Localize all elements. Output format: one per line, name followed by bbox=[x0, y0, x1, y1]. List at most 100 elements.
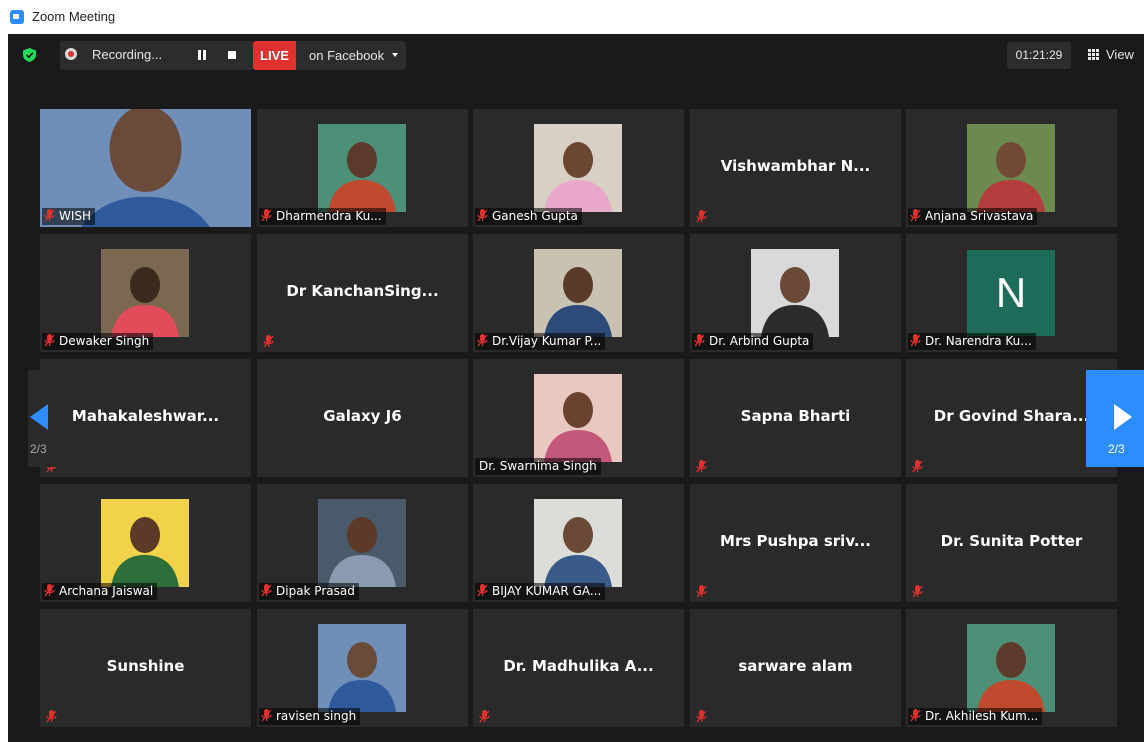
arrow-right-icon bbox=[1114, 404, 1132, 430]
participant-name-label: Dr. Narendra Ku... bbox=[908, 333, 1036, 350]
muted-mic-icon bbox=[910, 334, 921, 347]
participant-tile[interactable]: Dr.Vijay Kumar P... bbox=[473, 234, 684, 352]
muted-mic-icon bbox=[696, 585, 707, 598]
muted-mic-icon bbox=[912, 585, 923, 598]
participant-tile[interactable]: Vishwambhar N... bbox=[690, 109, 901, 227]
participant-tile[interactable]: Dr KanchanSing... bbox=[257, 234, 468, 352]
participant-tile[interactable]: Mrs Pushpa sriv... bbox=[690, 484, 901, 602]
participant-name-label: Dipak Prasad bbox=[259, 583, 359, 600]
chevron-down-icon bbox=[392, 53, 398, 57]
live-target-label: on Facebook bbox=[309, 48, 385, 63]
arrow-left-icon bbox=[30, 404, 48, 430]
title-bar: Zoom Meeting bbox=[0, 0, 1144, 34]
participant-name: Archana Jaiswal bbox=[59, 584, 154, 598]
muted-mic-icon bbox=[912, 460, 923, 473]
participant-tile[interactable]: Dharmendra Ku... bbox=[257, 109, 468, 227]
muted-mic-icon bbox=[44, 334, 55, 347]
muted-mic-icon bbox=[694, 334, 705, 347]
muted-mic-icon bbox=[477, 209, 488, 222]
view-button[interactable]: View bbox=[1086, 43, 1138, 67]
previous-page-button[interactable]: 2/3 bbox=[28, 370, 73, 467]
gallery-grid: WISH Dharmendra Ku... Ganesh Gupta Vishwamb… bbox=[40, 109, 1118, 729]
meeting-timer: 01:21:29 bbox=[1007, 42, 1071, 69]
window-title: Zoom Meeting bbox=[32, 9, 116, 24]
pause-recording-icon[interactable] bbox=[198, 50, 207, 60]
participant-tile[interactable]: WISH bbox=[40, 109, 251, 227]
participant-tile[interactable]: Dr. Arbind Gupta bbox=[690, 234, 901, 352]
muted-mic-icon bbox=[479, 710, 490, 723]
participant-name: WISH bbox=[59, 209, 92, 223]
participant-name: Ganesh Gupta bbox=[492, 209, 578, 223]
participant-tile[interactable]: Anjana Srivastava bbox=[906, 109, 1117, 227]
security-shield-icon[interactable] bbox=[23, 48, 36, 62]
participant-display-name: Galaxy J6 bbox=[323, 407, 402, 425]
muted-mic-icon bbox=[910, 209, 921, 222]
participant-video bbox=[534, 499, 622, 587]
participant-name-label: Anjana Srivastava bbox=[908, 208, 1038, 225]
participant-name: Dharmendra Ku... bbox=[276, 209, 382, 223]
participant-name-label: Dr.Vijay Kumar P... bbox=[475, 333, 606, 350]
participant-tile[interactable]: N Dr. Narendra Ku... bbox=[906, 234, 1117, 352]
participant-tile[interactable]: Archana Jaiswal bbox=[40, 484, 251, 602]
muted-mic-icon bbox=[44, 209, 55, 222]
participant-tile[interactable]: Dr. Madhulika A... bbox=[473, 609, 684, 727]
participant-tile[interactable]: Dr. Sunita Potter bbox=[906, 484, 1117, 602]
muted-mic-icon bbox=[261, 209, 272, 222]
participant-tile[interactable]: Ganesh Gupta bbox=[473, 109, 684, 227]
participant-name: Dr.Vijay Kumar P... bbox=[492, 334, 602, 348]
page-indicator-right: 2/3 bbox=[1108, 442, 1125, 456]
muted-mic-icon bbox=[696, 710, 707, 723]
participant-display-name: Dr. Sunita Potter bbox=[940, 532, 1083, 550]
live-badge: LIVE bbox=[253, 41, 296, 70]
view-label: View bbox=[1106, 47, 1134, 62]
live-stream-target-button[interactable]: on Facebook bbox=[296, 41, 406, 70]
participant-name: Dr. Arbind Gupta bbox=[709, 334, 810, 348]
recording-label: Recording... bbox=[92, 47, 163, 62]
participant-video bbox=[318, 124, 406, 212]
participant-name-label: Dharmendra Ku... bbox=[259, 208, 386, 225]
participant-name-label: Dr. Swarnima Singh bbox=[475, 458, 601, 475]
avatar: N bbox=[967, 250, 1055, 336]
participant-display-name: Sunshine bbox=[106, 657, 185, 675]
recording-dot-icon bbox=[65, 48, 77, 60]
page-indicator-left: 2/3 bbox=[30, 442, 47, 456]
participant-name: Dipak Prasad bbox=[276, 584, 355, 598]
participant-name: ravisen singh bbox=[276, 709, 357, 723]
participant-tile[interactable]: Galaxy J6 bbox=[257, 359, 468, 477]
participant-tile[interactable]: Dr. Akhilesh Kum... bbox=[906, 609, 1117, 727]
participant-tile[interactable]: Sapna Bharti bbox=[690, 359, 901, 477]
participant-name: Dr. Narendra Ku... bbox=[925, 334, 1032, 348]
participant-video bbox=[534, 124, 622, 212]
gallery-grid-icon bbox=[1088, 49, 1100, 61]
participant-display-name: Dr. Madhulika A... bbox=[503, 657, 654, 675]
participant-name: Anjana Srivastava bbox=[925, 209, 1034, 223]
participant-name-label: Archana Jaiswal bbox=[42, 583, 158, 600]
zoom-app-icon bbox=[10, 10, 24, 24]
participant-tile[interactable]: Sunshine bbox=[40, 609, 251, 727]
participant-display-name: Sapna Bharti bbox=[740, 407, 851, 425]
participant-name: Dr. Swarnima Singh bbox=[479, 459, 597, 473]
participant-name-label: Ganesh Gupta bbox=[475, 208, 582, 225]
participant-name-label: Dewaker Singh bbox=[42, 333, 154, 350]
participant-tile[interactable]: Dipak Prasad bbox=[257, 484, 468, 602]
participant-tile[interactable]: sarware alam bbox=[690, 609, 901, 727]
participant-tile[interactable]: Dewaker Singh bbox=[40, 234, 251, 352]
participant-display-name: sarware alam bbox=[738, 657, 853, 675]
participant-tile[interactable]: ravisen singh bbox=[257, 609, 468, 727]
stop-recording-icon[interactable] bbox=[228, 51, 236, 59]
participant-tile[interactable]: Dr. Swarnima Singh bbox=[473, 359, 684, 477]
next-page-button[interactable]: 2/3 bbox=[1086, 370, 1144, 467]
muted-mic-icon bbox=[910, 709, 921, 722]
meeting-window: Recording... LIVE on Facebook 01:21:29 V… bbox=[8, 34, 1144, 742]
participant-video bbox=[967, 124, 1055, 212]
participant-name: Dewaker Singh bbox=[59, 334, 150, 348]
participant-display-name: Vishwambhar N... bbox=[720, 157, 871, 175]
participant-video bbox=[751, 249, 839, 337]
muted-mic-icon bbox=[477, 584, 488, 597]
participant-tile[interactable]: BIJAY KUMAR GA... bbox=[473, 484, 684, 602]
muted-mic-icon bbox=[477, 334, 488, 347]
participant-video bbox=[967, 624, 1055, 712]
participant-video bbox=[101, 249, 189, 337]
participant-video bbox=[534, 249, 622, 337]
participant-name-label: BIJAY KUMAR GA... bbox=[475, 583, 606, 600]
